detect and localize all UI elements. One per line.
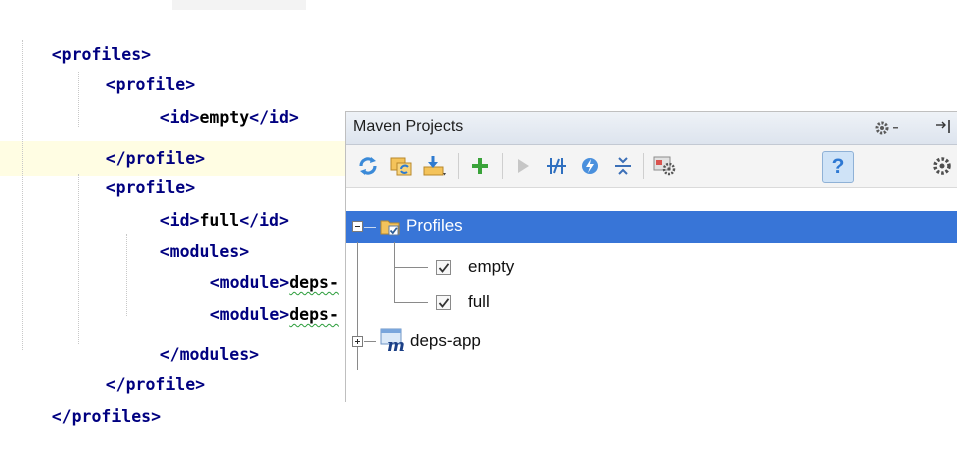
code-line: <profiles> xyxy=(12,10,151,64)
panel-title: Maven Projects xyxy=(353,118,464,135)
hide-icon[interactable] xyxy=(934,117,956,137)
download-icon[interactable] xyxy=(421,152,449,180)
add-icon[interactable] xyxy=(466,152,494,180)
profiles-label: Profiles xyxy=(406,216,463,235)
tree-connector xyxy=(364,227,376,228)
lifecycle-icon[interactable] xyxy=(576,152,604,180)
profiles-folder-icon xyxy=(380,217,402,237)
code-line: <id>empty</id> xyxy=(120,73,299,127)
tree-connector xyxy=(394,242,395,302)
maven-toolbar: ? xyxy=(346,145,957,188)
gear-icon[interactable] xyxy=(874,119,904,137)
tree-node-profiles[interactable]: Profiles xyxy=(346,211,957,243)
tree-connector xyxy=(394,302,428,303)
xml-tag: </id> xyxy=(249,108,299,127)
code-line: <profile> xyxy=(66,143,195,197)
xml-text: empty xyxy=(199,108,250,127)
editor-tab-strip xyxy=(172,0,306,10)
settings-icon[interactable] xyxy=(651,152,679,180)
toolbar-separator xyxy=(458,153,459,179)
collapse-toggle[interactable] xyxy=(352,221,363,232)
help-icon[interactable]: ? xyxy=(822,151,854,183)
generate-sources-icon[interactable] xyxy=(388,152,416,180)
project-deps-app-label[interactable]: deps-app xyxy=(410,331,481,351)
run-icon[interactable] xyxy=(509,152,537,180)
profile-empty-label[interactable]: empty xyxy=(468,257,514,277)
profile-full-checkbox[interactable] xyxy=(436,295,451,310)
help-label: ? xyxy=(831,155,845,178)
code-line: </profile> xyxy=(66,114,205,168)
code-line: </profiles> xyxy=(12,372,161,426)
tree-connector xyxy=(364,341,376,342)
collapse-all-icon[interactable] xyxy=(609,152,637,180)
maven-projects-panel: Maven Projects ? Profiles empty full m d… xyxy=(345,111,957,402)
skip-tests-icon[interactable] xyxy=(543,152,571,180)
expand-toggle[interactable] xyxy=(352,336,363,347)
xml-text: deps- xyxy=(289,305,339,324)
code-line: <modules> xyxy=(120,207,249,261)
tree-connector xyxy=(357,242,358,370)
refresh-icon[interactable] xyxy=(354,152,382,180)
tree-connector xyxy=(394,267,428,268)
gear-icon[interactable] xyxy=(928,152,956,180)
toolbar-separator xyxy=(502,153,503,179)
code-line: </modules> xyxy=(120,310,259,364)
profile-full-label[interactable]: full xyxy=(468,292,490,312)
maven-module-icon: m xyxy=(379,327,407,356)
code-line: <module>deps- xyxy=(170,238,339,292)
profile-empty-checkbox[interactable] xyxy=(436,260,451,275)
toolbar-separator xyxy=(643,153,644,179)
panel-title-bar: Maven Projects xyxy=(346,112,957,145)
code-line: <profile> xyxy=(66,40,195,94)
xml-tag: </profiles> xyxy=(51,407,162,426)
svg-text:m: m xyxy=(387,336,405,353)
code-line: <id>full</id> xyxy=(120,176,289,230)
code-line: </profile> xyxy=(66,340,205,394)
code-line: <module>deps- xyxy=(170,270,339,324)
